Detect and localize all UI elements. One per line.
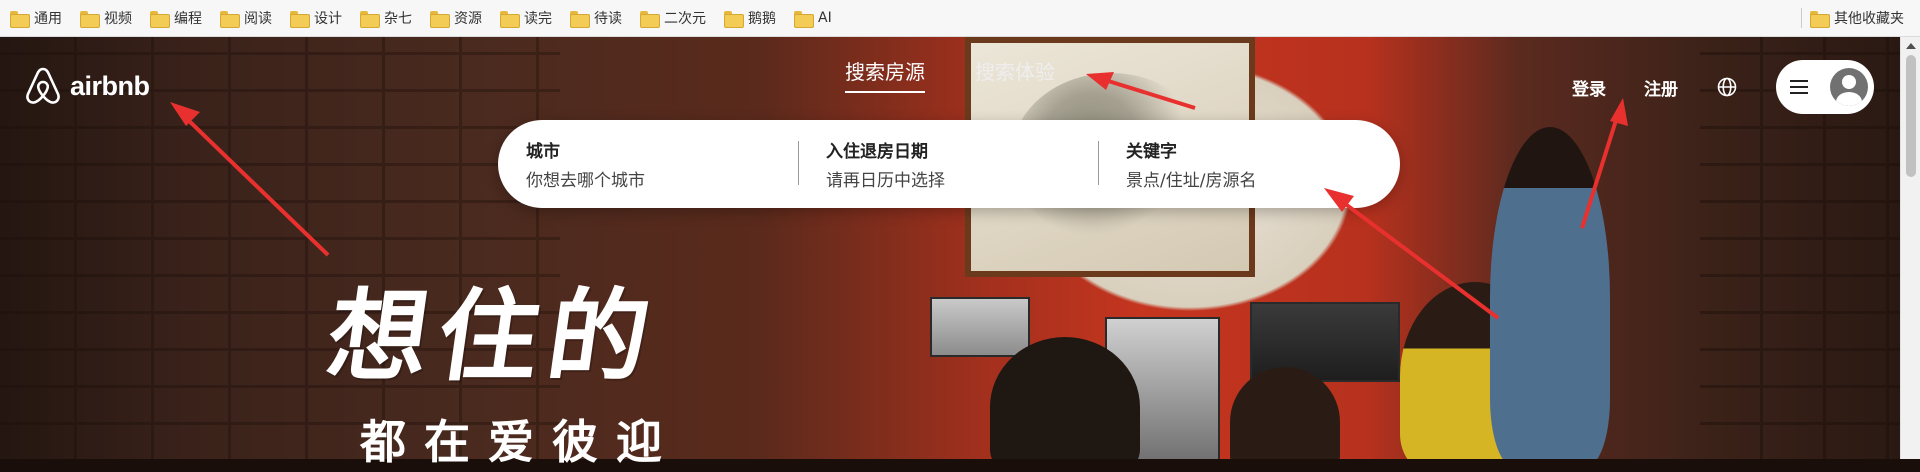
search-field-placeholder: 景点/住址/房源名 (1126, 171, 1257, 191)
bookmark-label: 阅读 (244, 11, 272, 27)
bookmark-label: 杂七 (384, 11, 412, 27)
bookmark-label: 通用 (34, 11, 62, 27)
search-keyword-field[interactable]: 关键字 景点/住址/房源名 (1098, 137, 1398, 191)
login-link[interactable]: 登录 (1572, 75, 1606, 100)
user-nav: 登录 注册 (1572, 60, 1874, 114)
search-city-field[interactable]: 城市 你想去哪个城市 (498, 137, 798, 191)
folder-icon (150, 10, 170, 28)
folder-icon (640, 10, 660, 28)
bookmarks-bar: 通用 视频 编程 阅读 设计 杂七 资源 读完 待读 二次元 鹅鹅 AI 其他收… (0, 0, 1920, 37)
folder-icon (1810, 10, 1830, 28)
folder-icon (500, 10, 520, 28)
search-dates-field[interactable]: 入住退房日期 请再日历中选择 (798, 137, 1098, 191)
folder-icon (570, 10, 590, 28)
folder-icon (360, 10, 380, 28)
bookmark-folder-3[interactable]: 阅读 (214, 5, 280, 31)
search-field-title: 入住退房日期 (826, 142, 928, 162)
slogan-main: 想住的 (320, 277, 668, 395)
person-standing (1490, 127, 1610, 459)
folder-icon (80, 10, 100, 28)
bookmark-label: 待读 (594, 11, 622, 27)
airbnb-logo-icon (26, 67, 60, 104)
user-menu-button[interactable] (1776, 60, 1874, 114)
folder-icon (430, 10, 450, 28)
bookmark-label: 编程 (174, 11, 202, 27)
bookmark-label: 其他收藏夹 (1834, 11, 1904, 27)
bookmark-label: 鹅鹅 (748, 11, 776, 27)
airbnb-logo[interactable]: airbnb (24, 66, 150, 106)
bookmarks-divider (1801, 8, 1802, 28)
bookmark-label: 资源 (454, 11, 482, 27)
bookmark-label: 读完 (524, 11, 552, 27)
bookmark-folder-11[interactable]: AI (788, 5, 840, 31)
bookmark-folder-6[interactable]: 资源 (424, 5, 490, 31)
bookmark-other-folder[interactable]: 其他收藏夹 (1804, 5, 1912, 31)
bookmark-folder-7[interactable]: 读完 (494, 5, 560, 31)
hero-slogan: 想住的 都在爱彼迎 (321, 255, 680, 472)
hamburger-icon (1790, 80, 1808, 94)
folder-icon (794, 10, 814, 28)
folder-icon (220, 10, 240, 28)
scroll-up-icon[interactable] (1906, 43, 1916, 49)
globe-icon[interactable] (1716, 76, 1738, 98)
logo-text: airbnb (70, 70, 150, 101)
tab-search-experiences[interactable]: 搜索体验 (975, 56, 1055, 93)
scroll-thumb[interactable] (1906, 55, 1916, 177)
page-scrollbar[interactable] (1900, 37, 1920, 459)
amplifier (930, 297, 1030, 357)
bookmark-label: AI (818, 10, 832, 26)
search-field-placeholder: 请再日历中选择 (826, 171, 945, 191)
search-type-tabs: 搜索房源 搜索体验 (845, 56, 1055, 93)
bookmark-folder-10[interactable]: 鹅鹅 (718, 5, 784, 31)
folder-icon (724, 10, 744, 28)
register-link[interactable]: 注册 (1644, 75, 1678, 100)
bookmark-label: 视频 (104, 11, 132, 27)
bookmark-folder-1[interactable]: 视频 (74, 5, 140, 31)
search-field-title: 关键字 (1126, 142, 1177, 162)
bookmark-folder-0[interactable]: 通用 (4, 5, 70, 31)
bookmark-folder-8[interactable]: 待读 (564, 5, 630, 31)
search-field-title: 城市 (526, 142, 560, 162)
bookmark-label: 设计 (314, 11, 342, 27)
folder-icon (290, 10, 310, 28)
search-field-placeholder: 你想去哪个城市 (526, 171, 645, 191)
bookmark-folder-2[interactable]: 编程 (144, 5, 210, 31)
tab-search-homes[interactable]: 搜索房源 (845, 56, 925, 93)
bookmark-label: 二次元 (664, 11, 706, 27)
folder-icon (10, 10, 30, 28)
avatar-icon (1830, 68, 1868, 106)
slogan-sub: 都在爱彼迎 (360, 415, 680, 469)
bookmark-folder-5[interactable]: 杂七 (354, 5, 420, 31)
bookmark-folder-9[interactable]: 二次元 (634, 5, 714, 31)
bookmark-folder-4[interactable]: 设计 (284, 5, 350, 31)
search-bar: 城市 你想去哪个城市 入住退房日期 请再日历中选择 关键字 景点/住址/房源名 (498, 120, 1400, 208)
